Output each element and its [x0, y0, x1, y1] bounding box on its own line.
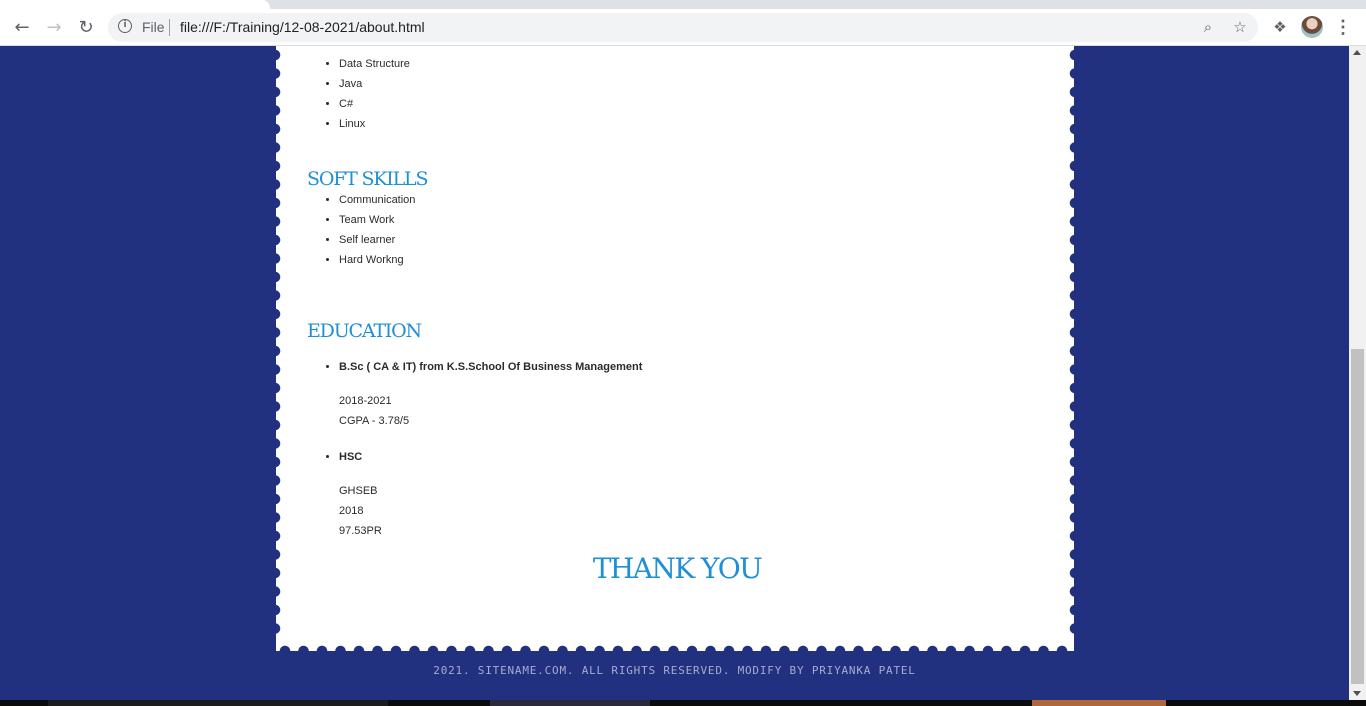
thank-you-heading: THANK YOU [592, 552, 763, 585]
url-text[interactable]: file:///F:/Training/12-08-2021/about.htm… [180, 19, 425, 35]
list-item [339, 46, 410, 54]
scroll-down-arrow-icon[interactable] [1353, 691, 1361, 696]
list-item: Hard Workng [339, 250, 415, 270]
education-list-bsc: B.Sc ( CA & IT) from K.S.School Of Busin… [307, 357, 642, 377]
star-icon[interactable]: ☆ [1230, 17, 1250, 37]
education-heading: HSC [339, 447, 362, 467]
taskbar-item[interactable] [1032, 700, 1166, 706]
active-tab[interactable] [0, 0, 270, 9]
avatar[interactable] [1301, 16, 1323, 38]
education-detail: 97.53PR [339, 525, 382, 537]
education-title: EDUCATION [307, 320, 422, 342]
content-card: Data Structure Java C# Linux SOFT SKILLS… [276, 46, 1074, 651]
browser-toolbar: ← → ↻ i File file:///F:/Training/12-08-2… [0, 9, 1366, 46]
puzzle-icon[interactable]: ❖ [1268, 15, 1292, 39]
info-icon[interactable]: i [118, 19, 132, 33]
reload-button[interactable]: ↻ [73, 14, 99, 40]
forward-button[interactable]: → [41, 14, 67, 40]
list-item: Self learner [339, 230, 415, 250]
scroll-up-arrow-icon[interactable] [1353, 50, 1361, 55]
address-bar[interactable]: i File file:///F:/Training/12-08-2021/ab… [108, 13, 1258, 42]
education-detail: CGPA - 3.78/5 [339, 415, 410, 427]
stamp-edge-bottom [276, 645, 1074, 651]
back-button[interactable]: ← [9, 14, 35, 40]
arrow-right-icon: → [46, 16, 62, 38]
tab-strip [0, 0, 1366, 9]
soft-skills-list: Communication Team Work Self learner Har… [307, 190, 415, 270]
list-item: Data Structure [339, 54, 410, 74]
technical-skills-list: Data Structure Java C# Linux [307, 46, 410, 134]
education-heading: B.Sc ( CA & IT) from K.S.School Of Busin… [339, 357, 642, 377]
education-detail: 2018-2021 [339, 395, 392, 407]
scroll-thumb[interactable] [1351, 349, 1364, 684]
vertical-scrollbar[interactable] [1349, 46, 1366, 700]
stamp-edge-left [276, 46, 281, 636]
taskbar-item[interactable] [490, 700, 650, 706]
zoom-icon[interactable]: ⌕ [1198, 17, 1218, 37]
address-separator [169, 19, 170, 36]
list-item: Linux [339, 114, 410, 134]
stamp-edge-right [1069, 46, 1074, 636]
kebab-menu-icon[interactable]: ⋮ [1333, 15, 1353, 39]
education-detail: GHSEB [339, 485, 378, 497]
education-list-hsc: HSC [307, 447, 362, 467]
list-item: Team Work [339, 210, 415, 230]
arrow-left-icon: ← [14, 16, 30, 38]
list-item: Communication [339, 190, 415, 210]
reload-icon: ↻ [78, 16, 94, 38]
list-item: C# [339, 94, 410, 114]
list-item: Java [339, 74, 410, 94]
footer-copyright: 2021. SITENAME.COM. ALL RIGHTS RESERVED.… [433, 664, 916, 677]
taskbar-item[interactable] [48, 700, 388, 706]
education-detail: 2018 [339, 505, 364, 517]
soft-skills-title: SOFT SKILLS [307, 168, 428, 190]
url-scheme: File [142, 19, 165, 35]
